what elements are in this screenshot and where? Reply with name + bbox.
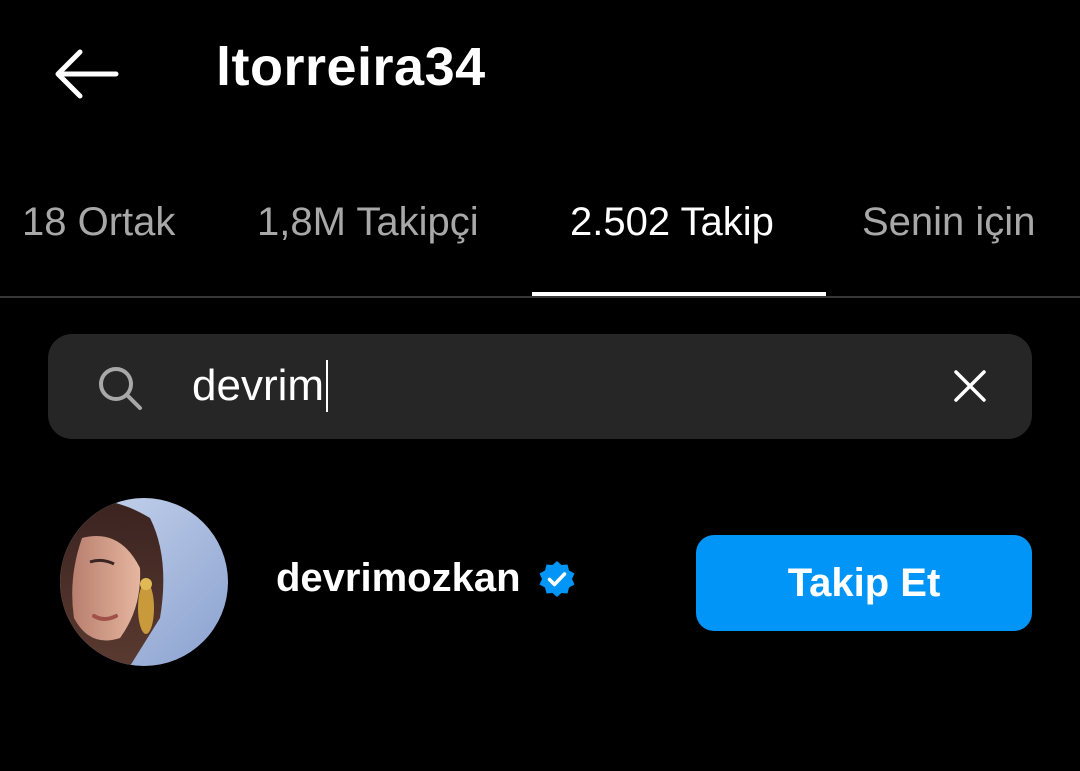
active-tab-indicator xyxy=(532,292,826,296)
arrow-left-icon xyxy=(55,49,119,99)
profile-photo-icon xyxy=(60,498,228,666)
close-icon xyxy=(954,370,986,402)
username-container: devrimozkan xyxy=(276,556,577,601)
search-bar[interactable] xyxy=(48,334,1032,439)
verified-badge-icon xyxy=(539,560,575,597)
tab-for-you[interactable]: Senin için xyxy=(862,200,1035,245)
back-button[interactable] xyxy=(40,38,130,110)
avatar[interactable] xyxy=(60,498,228,666)
header: ltorreira34 xyxy=(0,0,1080,150)
follow-button[interactable]: Takip Et xyxy=(696,535,1032,631)
tab-followers[interactable]: 1,8M Takipçi xyxy=(257,200,479,245)
search-icon xyxy=(99,367,142,410)
clear-search-button[interactable] xyxy=(940,356,1000,416)
search-input[interactable] xyxy=(192,356,912,416)
tab-following[interactable]: 2.502 Takip xyxy=(570,200,774,245)
page-title: ltorreira34 xyxy=(216,37,486,97)
tab-mutual[interactable]: 18 Ortak xyxy=(22,200,175,245)
username[interactable]: devrimozkan xyxy=(276,556,521,601)
text-caret xyxy=(326,360,329,412)
tab-bar: 18 Ortak 1,8M Takipçi 2.502 Takip Senin … xyxy=(0,180,1080,298)
list-item[interactable]: devrimozkan Takip Et xyxy=(0,490,1080,675)
